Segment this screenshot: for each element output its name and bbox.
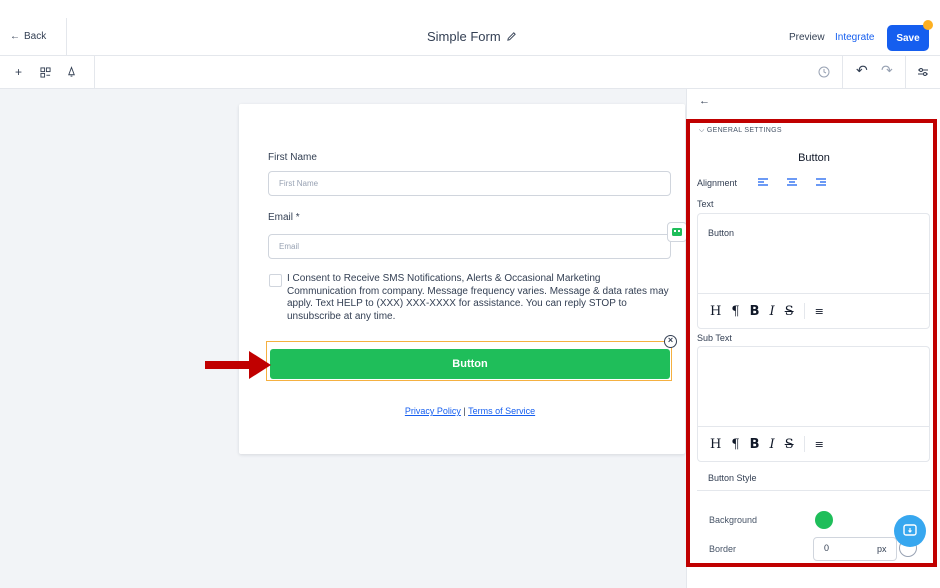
strikethrough-icon[interactable]: S xyxy=(785,304,794,319)
redo-icon[interactable]: ↷ xyxy=(881,62,893,79)
chat-icon xyxy=(903,524,917,536)
arrow-left-icon: ← xyxy=(10,31,20,42)
top-bar: ← Back Simple Form Preview Integrate Sav… xyxy=(0,0,940,56)
align-left-icon[interactable] xyxy=(757,178,769,188)
align-right-icon[interactable] xyxy=(815,178,827,188)
background-label: Background xyxy=(709,515,758,525)
general-settings-label: GENERAL SETTINGS xyxy=(706,127,782,134)
layers-icon[interactable] xyxy=(40,67,51,78)
heading-icon[interactable]: H xyxy=(710,304,721,319)
text-editor-value: Button xyxy=(708,228,735,238)
form-title-text: Simple Form xyxy=(427,29,501,44)
border-unit: px xyxy=(877,544,887,554)
back-label: Back xyxy=(24,31,47,42)
align-center-icon[interactable] xyxy=(786,178,798,188)
consent-text: I Consent to Receive SMS Notifications, … xyxy=(287,273,669,322)
general-settings-toggle[interactable]: ⌵ GENERAL SETTINGS xyxy=(699,127,782,135)
undo-icon[interactable]: ↶ xyxy=(856,62,868,79)
divider xyxy=(803,303,805,319)
email-label: Email * xyxy=(268,212,300,223)
bot-icon xyxy=(672,228,682,236)
help-chat-button[interactable] xyxy=(894,515,926,547)
text-label: Text xyxy=(697,199,714,209)
italic-icon[interactable]: I xyxy=(770,437,775,452)
save-button[interactable]: Save xyxy=(887,25,929,51)
footer-links: Privacy Policy | Terms of Service xyxy=(239,406,701,416)
subtext-editor[interactable] xyxy=(697,346,930,426)
link-separator: | xyxy=(463,406,466,416)
subtext-format-toolbar: H ¶ B I S ≡ xyxy=(697,426,930,462)
close-icon[interactable]: × xyxy=(664,335,677,348)
divider xyxy=(66,18,67,56)
back-button[interactable]: ← Back xyxy=(10,31,46,42)
background-color-swatch[interactable] xyxy=(815,511,833,529)
form-title[interactable]: Simple Form xyxy=(427,29,517,44)
bold-icon[interactable]: B xyxy=(750,437,760,452)
panel-title: Button xyxy=(798,152,830,164)
toolbar: + ↶ ↷ xyxy=(0,56,940,89)
form-submit-button[interactable]: Button xyxy=(270,349,670,379)
preview-button[interactable]: Preview xyxy=(789,32,825,43)
pencil-icon[interactable] xyxy=(506,31,517,42)
divider xyxy=(842,56,843,89)
first-name-input[interactable]: First Name xyxy=(268,171,671,196)
first-name-label: First Name xyxy=(268,152,317,163)
settings-panel: ← ⌵ GENERAL SETTINGS Button Alignment Te… xyxy=(686,89,940,588)
divider xyxy=(94,56,95,89)
arrow-left-icon[interactable]: ← xyxy=(699,95,710,107)
add-icon[interactable]: + xyxy=(15,65,22,79)
annotation-arrow-icon xyxy=(205,351,271,379)
bold-icon[interactable]: B xyxy=(750,304,760,319)
history-icon[interactable] xyxy=(818,66,830,78)
terms-of-service-link[interactable]: Terms of Service xyxy=(468,406,535,416)
button-style-section[interactable]: Button Style xyxy=(697,465,930,491)
alignment-label: Alignment xyxy=(697,178,738,188)
subtext-label: Sub Text xyxy=(697,333,732,343)
divider xyxy=(905,56,906,89)
italic-icon[interactable]: I xyxy=(770,304,775,319)
align-icon[interactable]: ≡ xyxy=(815,438,824,451)
notification-dot xyxy=(923,20,933,30)
button-style-label: Button Style xyxy=(708,473,757,483)
form-canvas: First Name First Name Email * Email I Co… xyxy=(239,104,687,454)
settings-sliders-icon[interactable] xyxy=(917,67,929,77)
text-editor[interactable]: Button xyxy=(697,213,930,293)
privacy-policy-link[interactable]: Privacy Policy xyxy=(405,406,461,416)
element-badge[interactable] xyxy=(667,222,687,242)
border-label: Border xyxy=(709,544,737,554)
strikethrough-icon[interactable]: S xyxy=(785,437,794,452)
email-input[interactable]: Email xyxy=(268,234,671,259)
paragraph-icon[interactable]: ¶ xyxy=(731,304,739,319)
divider xyxy=(803,436,805,452)
chevron-down-icon: ⌵ xyxy=(699,127,707,134)
bell-icon[interactable] xyxy=(66,66,77,78)
paragraph-icon[interactable]: ¶ xyxy=(731,437,739,452)
integrate-button[interactable]: Integrate xyxy=(835,32,874,43)
text-format-toolbar: H ¶ B I S ≡ xyxy=(697,293,930,329)
consent-checkbox[interactable] xyxy=(269,274,282,287)
heading-icon[interactable]: H xyxy=(710,437,721,452)
align-icon[interactable]: ≡ xyxy=(815,305,824,318)
